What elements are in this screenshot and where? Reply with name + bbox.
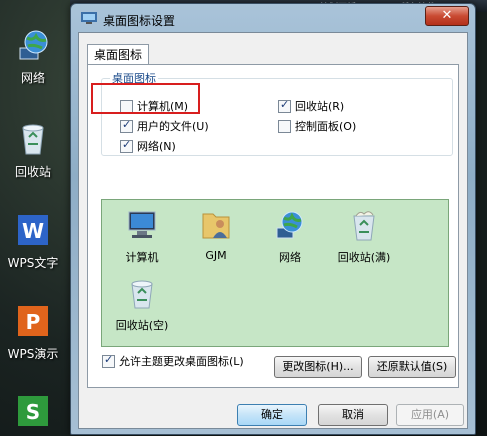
wps-presentation-icon: P xyxy=(18,306,48,336)
checkbox-box[interactable] xyxy=(278,119,291,133)
desktop-icon-label: 回收站 xyxy=(14,165,51,179)
svg-text:P: P xyxy=(26,310,41,334)
desktop-icon-label: 网络 xyxy=(20,71,45,85)
cancel-button[interactable]: 取消 xyxy=(318,404,388,426)
desktop-icon-network[interactable]: 网络 xyxy=(0,28,66,86)
computer-icon xyxy=(128,211,156,238)
preview-item-network[interactable]: 网络 xyxy=(252,208,328,265)
user-folder-icon xyxy=(202,213,230,239)
preview-label: 回收站(满) xyxy=(337,251,391,264)
desktop-icon-settings-dialog: 桌面图标设置 ✕ 桌面图标 桌面图标 计算机(M) 回收站(R) 用户的文件(U… xyxy=(70,3,476,435)
dialog-title: 桌面图标设置 xyxy=(103,14,176,28)
checkbox-user-files[interactable]: 用户的文件(U) xyxy=(120,118,209,134)
preview-item-recycle-bin-full[interactable]: 回收站(满) xyxy=(326,208,402,265)
checkbox-network[interactable]: 网络(N) xyxy=(120,138,176,154)
dialog-client-area: 桌面图标 桌面图标 计算机(M) 回收站(R) 用户的文件(U) 控制面板(O) xyxy=(78,32,468,429)
checkbox-label: 用户的文件(U) xyxy=(137,120,209,133)
checkbox-box[interactable] xyxy=(102,353,115,368)
svg-text:W: W xyxy=(22,219,44,243)
preview-label: 计算机 xyxy=(125,251,159,264)
preview-label: 回收站(空) xyxy=(115,319,169,332)
ok-button[interactable]: 确定 xyxy=(237,404,307,426)
desktop-icon-wps-writer[interactable]: W WPS文字 xyxy=(0,213,66,271)
checkbox-control-panel[interactable]: 控制面板(O) xyxy=(278,118,356,134)
desktop-icon-label: WPS文字 xyxy=(7,256,59,270)
checkbox-box[interactable] xyxy=(120,118,133,133)
checkbox-label: 控制面板(O) xyxy=(295,120,357,133)
recycle-bin-empty-icon xyxy=(131,280,153,309)
preview-item-computer[interactable]: 计算机 xyxy=(104,208,180,265)
tab-panel: 桌面图标 计算机(M) 回收站(R) 用户的文件(U) 控制面板(O) 网络(N… xyxy=(87,64,459,388)
preview-label: 网络 xyxy=(279,251,301,264)
restore-default-button[interactable]: 还原默认值(S) xyxy=(368,356,456,378)
checkbox-box[interactable] xyxy=(120,138,133,153)
preview-label: GJM xyxy=(205,249,227,262)
checkbox-label: 允许主题更改桌面图标(L) xyxy=(119,355,244,368)
wps-writer-icon: W xyxy=(18,215,48,245)
recycle-bin-icon xyxy=(22,124,44,155)
recycle-bin-full-icon xyxy=(353,211,375,241)
checkbox-allow-theme-change[interactable]: 允许主题更改桌面图标(L) xyxy=(102,353,244,369)
icon-preview-list: 计算机 GJM 网络 回收站(满) 回收站(空) xyxy=(101,199,449,347)
checkbox-recycle-bin[interactable]: 回收站(R) xyxy=(278,98,344,114)
highlight-annotation-box xyxy=(91,83,200,114)
desktop-icon-wps-presentation[interactable]: P WPS演示 xyxy=(0,304,66,362)
preview-item-user-files[interactable]: GJM xyxy=(178,208,254,262)
close-button[interactable]: ✕ xyxy=(425,6,469,26)
apply-button[interactable]: 应用(A) xyxy=(396,404,464,426)
checkbox-label: 网络(N) xyxy=(137,140,176,153)
checkbox-box[interactable] xyxy=(278,98,291,113)
preview-item-recycle-bin-empty[interactable]: 回收站(空) xyxy=(104,276,180,333)
change-icon-button[interactable]: 更改图标(H)... xyxy=(274,356,362,378)
desktop-icon-recycle-bin[interactable]: 回收站 xyxy=(0,122,66,180)
desktop-icon-wps-spreadsheet[interactable]: S xyxy=(0,394,66,431)
checkbox-label: 回收站(R) xyxy=(295,100,345,113)
tab-desktop-icons[interactable]: 桌面图标 xyxy=(87,44,150,65)
network-globe-icon xyxy=(19,30,48,60)
title-bar[interactable]: 桌面图标设置 ✕ xyxy=(71,4,475,32)
wps-spreadsheet-icon: S xyxy=(18,396,48,426)
network-globe-icon xyxy=(276,211,303,239)
svg-text:S: S xyxy=(26,400,40,424)
settings-app-icon xyxy=(81,12,97,24)
desktop-icon-label: WPS演示 xyxy=(7,347,59,361)
